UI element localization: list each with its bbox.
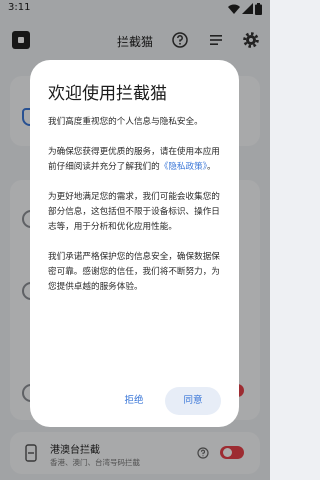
dialog-paragraph: 为确保您获得更优质的服务，请在使用本应用前仔细阅读并充分了解我们的《隐私政策》。	[48, 145, 224, 175]
dialog-body: 我们高度重视您的个人信息与隐私安全。 为确保您获得更优质的服务，请在使用本应用前…	[48, 115, 224, 310]
dialog-paragraph: 我们高度重视您的个人信息与隐私安全。	[48, 117, 203, 127]
privacy-policy-link[interactable]: 《隐私政策》	[160, 162, 207, 172]
privacy-dialog: 欢迎使用拦截猫 我们高度重视您的个人信息与隐私安全。 为确保您获得更优质的服务，…	[30, 60, 239, 427]
dialog-title: 欢迎使用拦截猫	[48, 84, 167, 104]
dialog-paragraph: 为更好地满足您的需求，我们可能会收集您的部分信息，这包括但不限于设备标识、操作日…	[48, 192, 220, 232]
reject-button[interactable]: 拒绝	[114, 388, 154, 414]
dialog-paragraph: 我们承诺严格保护您的信息安全，确保数据保密可靠。感谢您的信任，我们将不断努力，为…	[48, 252, 220, 292]
dialog-text: 。	[207, 162, 216, 172]
agree-button[interactable]: 同意	[165, 387, 221, 415]
